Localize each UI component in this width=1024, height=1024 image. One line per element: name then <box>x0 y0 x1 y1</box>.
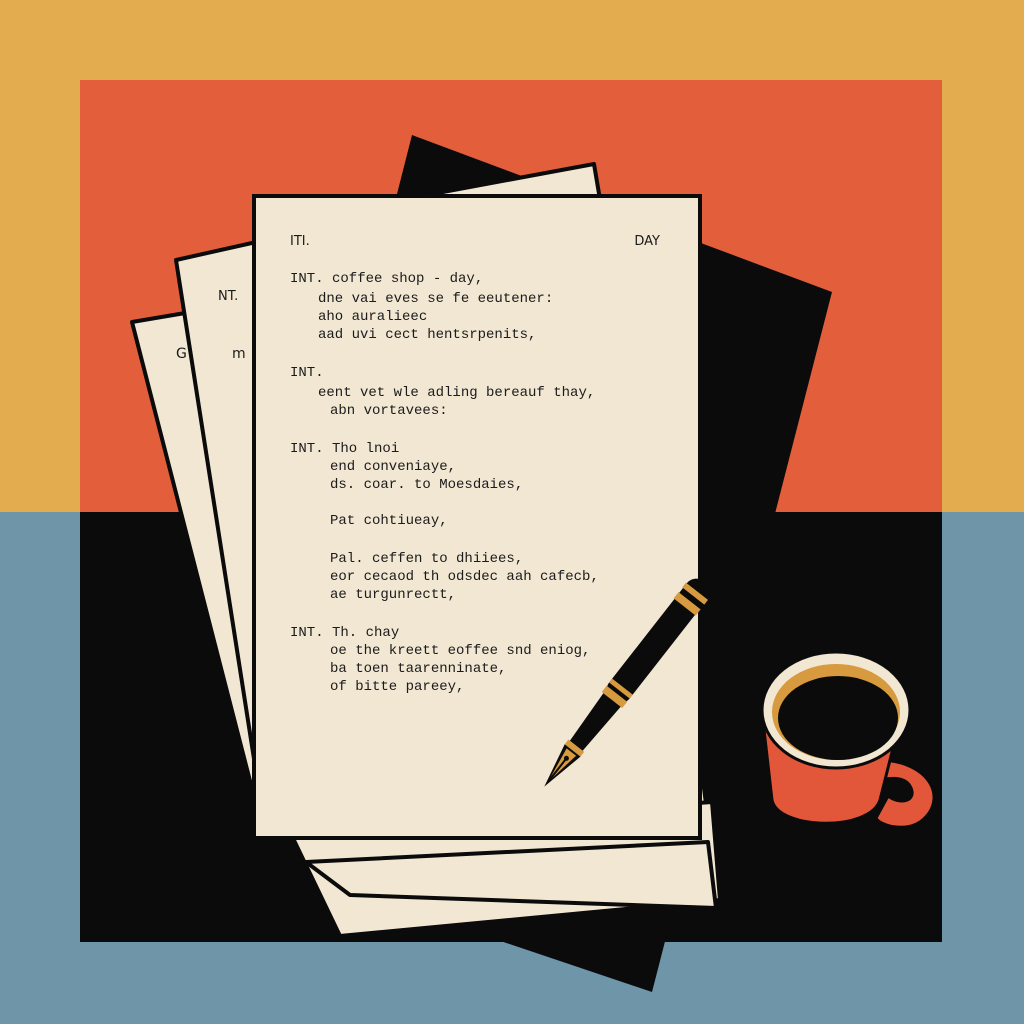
scene-line: eor cecaod th odsdec aah cafecb, <box>330 569 599 585</box>
back-page-middle-label: m <box>232 346 246 362</box>
scene-line: ds. coar. to Moesdaies, <box>330 477 523 493</box>
page-header-right: DAY <box>634 234 660 249</box>
scene-heading: INT. coffee shop - day, <box>290 271 483 287</box>
scene-line: oe the kreett eoffee snd eniog, <box>330 643 590 659</box>
screenplay-illustration: G NT. m ITI. DAY INT. coffee shop - day,… <box>80 80 942 992</box>
scene-line: Pal. ceffen to dhiiees, <box>330 551 523 567</box>
scene-heading: INT. <box>290 365 324 381</box>
scene-heading: INT. Th. chay <box>290 625 399 641</box>
scene-line: abn vortavees: <box>330 403 448 419</box>
scene-line: ae turgunrectt, <box>330 587 456 603</box>
back-page-middle-top-label: NT. <box>218 289 238 304</box>
scene-line: aho auralieec <box>318 309 427 325</box>
scene-line: aad uvi cect hentsrpenits, <box>318 327 536 343</box>
back-page-left-label: G <box>176 346 187 362</box>
scene-line: dne vai eves se fe eeutener: <box>318 291 553 307</box>
page-header-left: ITI. <box>290 234 310 249</box>
scene-line: eent vet wle adling bereauf thay, <box>318 385 595 401</box>
scene-line: ba toen taarenninate, <box>330 661 506 677</box>
scene-line: Pat cohtiueay, <box>330 513 448 529</box>
scene-heading: INT. Tho lnoi <box>290 441 399 457</box>
scene-line: of bitte pareey, <box>330 679 464 695</box>
scene-line: end conveniaye, <box>330 459 456 475</box>
